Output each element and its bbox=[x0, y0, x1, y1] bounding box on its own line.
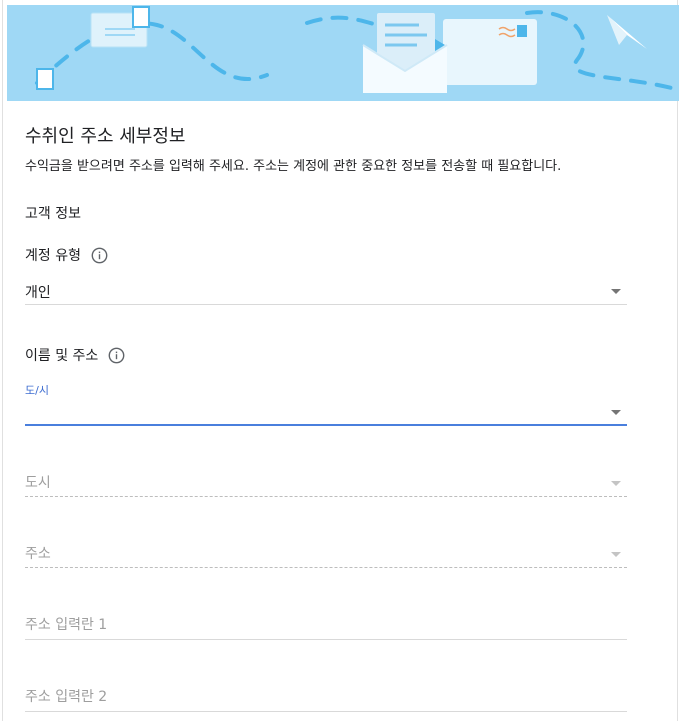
address-details-card: 수취인 주소 세부정보 수익금을 받으려면 주소를 입력해 주세요. 주소는 계… bbox=[2, 0, 679, 721]
province-floating-label: 도/시 bbox=[25, 384, 49, 397]
city-underline bbox=[25, 496, 627, 497]
customer-info-heading: 고객 정보 bbox=[25, 206, 81, 222]
account-type-label-row: 계정 유형 bbox=[25, 245, 108, 265]
envelope-illustration bbox=[35, 6, 679, 93]
envelope-illustration-banner bbox=[7, 5, 679, 101]
name-address-label-row: 이름 및 주소 bbox=[25, 345, 125, 365]
caret-down-icon bbox=[611, 552, 621, 557]
page-description: 수익금을 받으려면 주소를 입력해 주세요. 주소는 계정에 관한 중요한 정보… bbox=[25, 159, 562, 174]
page-title: 수취인 주소 세부정보 bbox=[25, 126, 186, 147]
province-select[interactable]: 도/시 bbox=[25, 382, 627, 428]
address-line1-input[interactable]: 주소 입력란 1 bbox=[25, 612, 627, 640]
account-type-underline bbox=[25, 304, 627, 305]
province-underline bbox=[25, 424, 627, 426]
account-type-label: 계정 유형 bbox=[25, 248, 81, 264]
info-icon[interactable] bbox=[91, 247, 108, 264]
address-line2-placeholder: 주소 입력란 2 bbox=[25, 689, 108, 705]
caret-down-icon bbox=[611, 410, 621, 415]
name-address-label: 이름 및 주소 bbox=[25, 348, 99, 364]
city-placeholder: 도시 bbox=[25, 475, 51, 491]
caret-down-icon bbox=[611, 481, 621, 486]
address-line1-placeholder: 주소 입력란 1 bbox=[25, 617, 108, 633]
address-underline bbox=[25, 567, 627, 568]
info-icon[interactable] bbox=[108, 347, 125, 364]
address-select[interactable]: 주소 bbox=[25, 541, 627, 569]
address-placeholder: 주소 bbox=[25, 546, 51, 562]
address-line2-input[interactable]: 주소 입력란 2 bbox=[25, 684, 627, 712]
city-select[interactable]: 도시 bbox=[25, 470, 627, 498]
address-line2-underline bbox=[25, 711, 627, 712]
account-type-select[interactable]: 개인 bbox=[25, 278, 627, 306]
account-type-value: 개인 bbox=[25, 285, 51, 301]
address-line1-underline bbox=[25, 639, 627, 640]
caret-down-icon bbox=[611, 289, 621, 294]
